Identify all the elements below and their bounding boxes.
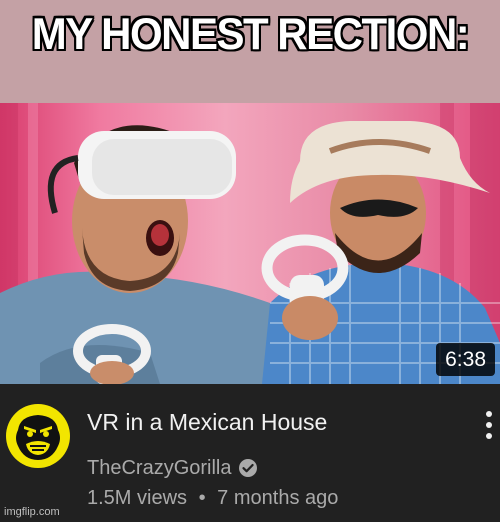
upload-age: 7 months ago [217, 487, 339, 509]
channel-row[interactable]: TheCrazyGorilla [87, 455, 258, 481]
imgflip-watermark: imgflip.com [4, 506, 60, 518]
meta-separator: • [198, 487, 206, 509]
video-info-panel: VR in a Mexican House TheCrazyGorilla 1.… [0, 384, 500, 522]
video-thumbnail[interactable]: 6:38 [0, 103, 500, 384]
view-count: 1.5M views [87, 487, 188, 509]
vertical-ellipsis-icon[interactable] [484, 410, 494, 440]
caption-bar: MY HONEST RECTION: [0, 0, 500, 103]
duration-badge: 6:38 [436, 343, 495, 376]
meme-caption: MY HONEST RECTION: [31, 8, 470, 59]
video-meta: 1.5M views • 7 months ago [87, 485, 338, 511]
video-title[interactable]: VR in a Mexican House [87, 408, 327, 436]
gorilla-avatar-icon[interactable] [6, 404, 70, 468]
thumbnail-image [0, 103, 500, 384]
channel-name[interactable]: TheCrazyGorilla [87, 455, 231, 481]
verified-check-icon [239, 459, 258, 477]
